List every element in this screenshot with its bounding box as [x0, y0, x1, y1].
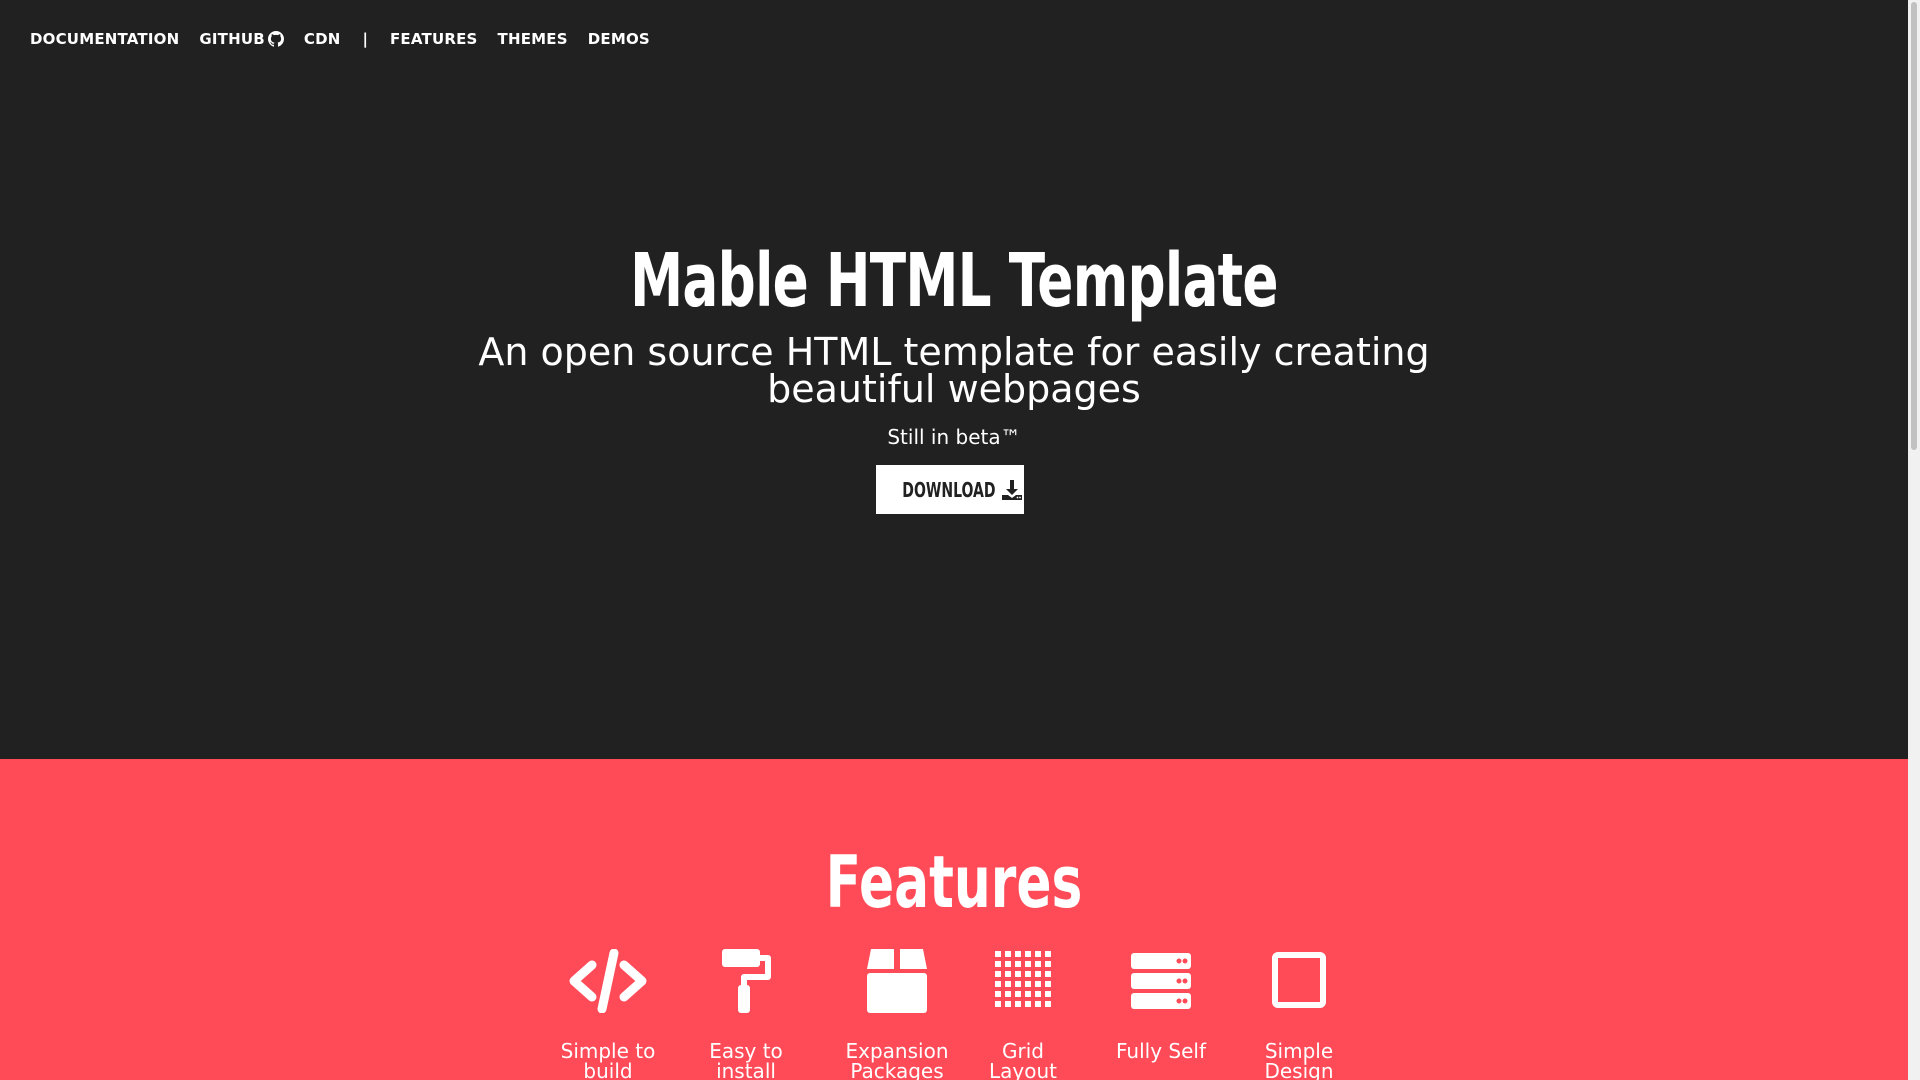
scrollbar-thumb[interactable] — [1911, 2, 1917, 450]
grid-dot — [995, 1001, 1001, 1007]
grid-dot — [1045, 1001, 1051, 1007]
paint-roller-icon — [722, 949, 771, 1013]
grid-dot — [1035, 961, 1041, 967]
grid-dot — [995, 961, 1001, 967]
feature-label: Easy to install — [709, 1039, 783, 1080]
grid-dot — [1045, 971, 1051, 977]
grid-dot — [1015, 951, 1021, 957]
grid-dot — [1025, 991, 1031, 997]
grid-dot — [1005, 1001, 1011, 1007]
grid-dot — [1045, 981, 1051, 987]
features-title: Features — [825, 840, 1083, 924]
feature-item: Fully Self — [1101, 949, 1221, 1061]
grid-icon — [995, 951, 1051, 1007]
nav-demos-link[interactable]: DEMOS — [588, 30, 650, 48]
nav-features-label: FEATURES — [389, 30, 478, 48]
nav-github-link[interactable]: GITHUB — [199, 30, 284, 48]
grid-dot — [1005, 981, 1011, 987]
feature-label: Simple to build — [560, 1039, 656, 1080]
download-icon — [1001, 479, 1022, 500]
download-button[interactable]: DOWNLOAD — [876, 465, 1024, 514]
box-icon — [867, 949, 927, 1013]
grid-dot — [1015, 981, 1021, 987]
nav-cdn-label: CDN — [303, 30, 341, 48]
nav-themes-link[interactable]: THEMES — [498, 30, 568, 48]
server-icon — [1131, 953, 1191, 1009]
hero-title: Mable HTML Template — [630, 238, 1278, 324]
hero-section: DOCUMENTATION GITHUB CDN | FEATURES THEM… — [0, 0, 1908, 759]
grid-dot — [1015, 961, 1021, 967]
nav-features-link[interactable]: FEATURES — [390, 30, 478, 48]
feature-label: Simple Design — [1264, 1039, 1334, 1080]
feature-item: Simple Design — [1239, 949, 1359, 1080]
grid-dot — [1035, 971, 1041, 977]
grid-dot — [1015, 971, 1021, 977]
hero-beta-note: Still in beta™ — [887, 425, 1021, 449]
grid-dot — [1035, 1001, 1041, 1007]
features-section: Features Simple to build Easy to install — [0, 759, 1908, 1080]
nav-documentation-link[interactable]: DOCUMENTATION — [30, 30, 179, 48]
grid-dot — [1005, 951, 1011, 957]
nav-themes-label: THEMES — [497, 30, 568, 48]
grid-dot — [1005, 991, 1011, 997]
grid-dot — [1025, 971, 1031, 977]
grid-dot — [1005, 971, 1011, 977]
grid-dot — [1035, 951, 1041, 957]
download-label: DOWNLOAD — [902, 477, 996, 502]
grid-dot — [1005, 961, 1011, 967]
feature-label: Expansion Packages — [845, 1039, 949, 1080]
grid-dot — [995, 981, 1001, 987]
grid-dot — [1025, 951, 1031, 957]
feature-item: Expansion Packages — [837, 949, 957, 1080]
grid-dot — [995, 951, 1001, 957]
grid-dot — [1015, 1001, 1021, 1007]
grid-dot — [1025, 1001, 1031, 1007]
feature-label: Fully Self — [1116, 1039, 1206, 1063]
grid-dot — [1045, 991, 1051, 997]
feature-item: Simple to build — [548, 949, 668, 1080]
feature-label: Grid Layout — [989, 1039, 1057, 1080]
hero-subtitle: An open source HTML template for easily … — [478, 330, 1430, 411]
grid-dot — [1035, 991, 1041, 997]
nav-demos-label: DEMOS — [587, 30, 650, 48]
grid-dot — [995, 971, 1001, 977]
grid-dot — [995, 991, 1001, 997]
feature-item: Grid Layout — [963, 949, 1083, 1080]
github-icon — [267, 31, 284, 47]
grid-dot — [1015, 991, 1021, 997]
nav-documentation-label: DOCUMENTATION — [30, 30, 180, 48]
page: DOCUMENTATION GITHUB CDN | FEATURES THEM… — [0, 0, 1908, 1080]
grid-dot — [1025, 961, 1031, 967]
vertical-scrollbar[interactable] — [1908, 0, 1920, 1080]
grid-dot — [1045, 951, 1051, 957]
grid-dot — [1025, 981, 1031, 987]
code-icon — [569, 949, 647, 1013]
feature-item: Easy to install — [686, 949, 806, 1080]
nav-separator: | — [362, 30, 368, 48]
nav-cdn-link[interactable]: CDN — [304, 30, 341, 48]
grid-dot — [1045, 961, 1051, 967]
top-nav: DOCUMENTATION GITHUB CDN | FEATURES THEM… — [30, 29, 670, 49]
grid-dot — [1035, 981, 1041, 987]
square-icon — [1272, 952, 1326, 1008]
nav-github-label: GITHUB — [199, 30, 265, 48]
